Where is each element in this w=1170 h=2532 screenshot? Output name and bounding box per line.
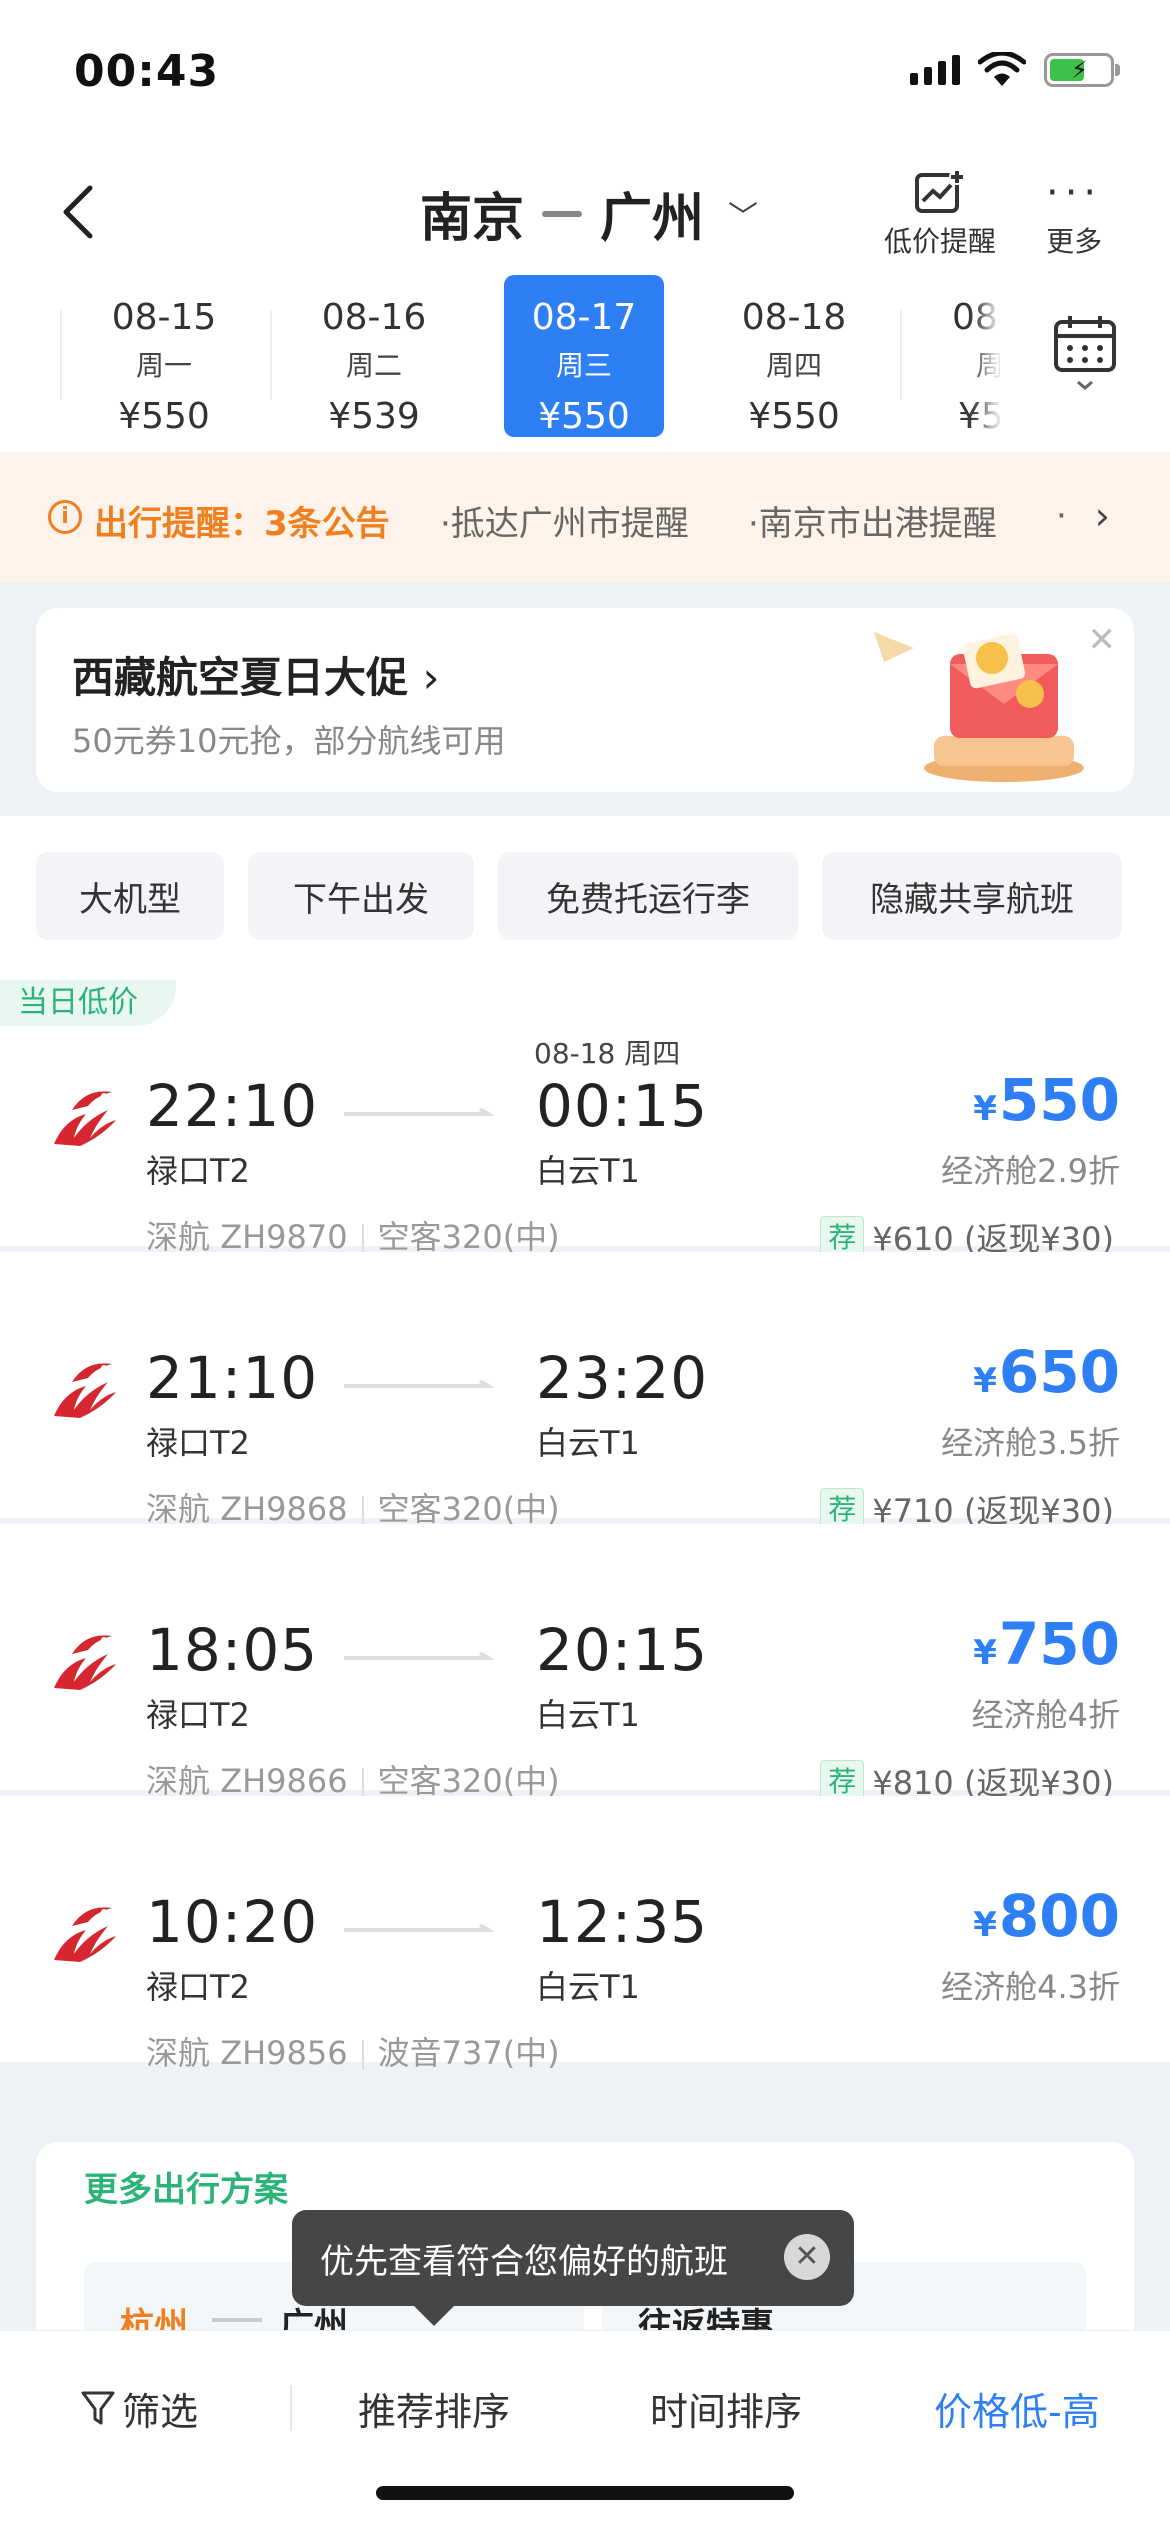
close-icon[interactable]: ✕	[784, 2234, 830, 2280]
flight-price: ¥750	[973, 1610, 1120, 1678]
departure-airport: 禄口T2	[146, 1424, 250, 1462]
back-arrow-icon[interactable]	[56, 182, 102, 242]
filter-funnel-icon	[81, 2391, 115, 2424]
shenzhen-airlines-logo-icon	[54, 1363, 116, 1418]
chevron-down-icon: ﹀	[728, 199, 759, 235]
sort-time-button[interactable]: 时间排序	[650, 2381, 802, 2436]
departure-time: 18:05	[146, 1616, 319, 1684]
filter-chip-afternoon[interactable]: 下午出发	[248, 852, 474, 940]
filter-button[interactable]: 筛选	[80, 2381, 198, 2436]
info-icon: i	[48, 500, 82, 534]
sort-recommended-button[interactable]: 推荐排序	[358, 2381, 510, 2436]
flight-card[interactable]: 18:05 禄口T2 20:15 白云T1 深航 ZH9866 空客320(中) …	[0, 1524, 1170, 1802]
battery-icon: ⚡	[1044, 53, 1120, 87]
cabin-class: 经济舱4.3折	[941, 1968, 1120, 2006]
filter-label: 筛选	[122, 2390, 199, 2434]
date-cell[interactable]: 08-18 周四 ¥550	[714, 275, 874, 437]
cellular-signal-icon	[910, 55, 960, 85]
arrival-airport: 白云T1	[536, 1152, 640, 1190]
cabin-class: 经济舱4折	[971, 1696, 1120, 1734]
notice-item: ·	[1056, 496, 1067, 536]
departure-airport: 禄口T2	[146, 1696, 250, 1734]
destination-city: 广州	[600, 189, 705, 249]
quick-filters: 大机型 下午出发 免费托运行李 隐藏共享航班	[0, 816, 1170, 986]
date-cell[interactable]: 08-15 周一 ¥550	[84, 275, 244, 437]
promo-banner[interactable]: 西藏航空夏日大促 › 50元券10元抢，部分航线可用 ✕	[36, 608, 1134, 792]
shenzhen-airlines-logo-icon	[54, 1907, 116, 1962]
flight-arrow-icon	[344, 1924, 494, 1932]
price-alert-icon	[915, 169, 965, 213]
departure-time: 10:20	[146, 1888, 319, 1956]
shenzhen-airlines-logo-icon	[54, 1091, 116, 1146]
notice-item[interactable]: ·南京市出港提醒	[748, 496, 997, 545]
flight-price: ¥650	[973, 1338, 1120, 1406]
date-strip: 08-15 周一 ¥550 08-16 周二 ¥539 08-17 周三 ¥55…	[0, 270, 1170, 452]
notice-item[interactable]: ·抵达广州市提醒	[440, 496, 689, 545]
nav-bar: 南京 广州 ﹀ 低价提醒 ··· 更多	[0, 150, 1170, 270]
date-cell[interactable]: 08-16 周二 ¥539	[294, 275, 454, 437]
cabin-class: 经济舱3.5折	[941, 1424, 1120, 1462]
filter-chip-free-baggage[interactable]: 免费托运行李	[498, 852, 798, 940]
filter-chip-hide-codeshare[interactable]: 隐藏共享航班	[822, 852, 1122, 940]
flight-arrow-icon	[344, 1108, 494, 1116]
departure-airport: 禄口T2	[146, 1152, 250, 1190]
cabin-class: 经济舱2.9折	[941, 1152, 1120, 1190]
close-icon[interactable]: ✕	[1088, 620, 1117, 660]
arrival-time: 12:35	[536, 1888, 709, 1956]
departure-time: 22:10	[146, 1072, 319, 1140]
preference-tooltip: 优先查看符合您偏好的航班 ✕	[292, 2210, 854, 2326]
more-dots-icon: ···	[1046, 170, 1103, 216]
home-indicator[interactable]	[376, 2486, 794, 2500]
departure-airport: 禄口T2	[146, 1968, 250, 2006]
more-button[interactable]: ··· 更多	[1046, 166, 1102, 260]
low-price-alert-button[interactable]: 低价提醒	[884, 166, 996, 260]
travel-notice-bar[interactable]: i 出行提醒：3条公告 ·抵达广州市提醒 ·南京市出港提醒 · ›	[0, 452, 1170, 582]
arrival-airport: 白云T1	[536, 1424, 640, 1462]
flight-card[interactable]: 当日低价 22:10 禄口T2 08-18 周四 00:15 白云T1 深航 Z…	[0, 980, 1170, 1258]
flight-arrow-icon	[344, 1652, 494, 1660]
flight-arrow-icon	[344, 1380, 494, 1388]
more-label: 更多	[1046, 225, 1103, 258]
route-arrow-icon	[212, 2318, 262, 2322]
flight-price: ¥800	[973, 1882, 1120, 1950]
origin-city: 南京	[420, 189, 525, 249]
lowest-price-tag: 当日低价	[0, 980, 176, 1026]
flight-info: 深航 ZH9856 波音737(中)	[146, 2034, 560, 2072]
low-price-alert-label: 低价提醒	[884, 225, 997, 258]
sort-price-button[interactable]: 价格低-高	[934, 2381, 1100, 2436]
promo-title: 西藏航空夏日大促 ›	[72, 653, 440, 702]
date-cell-selected[interactable]: 08-17 周三 ¥550	[504, 275, 664, 437]
calendar-icon[interactable]	[1052, 314, 1118, 394]
status-icons: ⚡	[910, 52, 1120, 88]
arrival-time: 20:15	[536, 1616, 709, 1684]
arrival-airport: 白云T1	[536, 1968, 640, 2006]
arrival-time: 23:20	[536, 1344, 709, 1412]
promo-subtitle: 50元券10元抢，部分航线可用	[72, 722, 506, 760]
flight-price: ¥550	[973, 1066, 1120, 1134]
sort-filter-bar: 筛选 推荐排序 时间排序 价格低-高	[0, 2330, 1170, 2532]
status-time: 00:43	[74, 46, 220, 97]
arrival-airport: 白云T1	[536, 1696, 640, 1734]
red-envelope-coupon-icon	[874, 632, 1084, 782]
route-arrow-icon	[542, 210, 583, 217]
more-plans-title: 更多出行方案	[84, 2170, 288, 2210]
status-bar: 00:43 ⚡	[0, 0, 1170, 150]
route-selector[interactable]: 南京 广州 ﹀	[420, 176, 758, 251]
wifi-icon	[978, 52, 1026, 86]
flight-card[interactable]: 21:10 禄口T2 23:20 白云T1 深航 ZH9868 空客320(中) …	[0, 1252, 1170, 1530]
notice-title: 出行提醒：3条公告	[94, 504, 390, 544]
flight-card[interactable]: 10:20 禄口T2 12:35 白云T1 深航 ZH9856 波音737(中) …	[0, 1796, 1170, 2072]
shenzhen-airlines-logo-icon	[54, 1635, 116, 1690]
arrival-date: 08-18 周四	[534, 1037, 681, 1070]
departure-time: 21:10	[146, 1344, 319, 1412]
filter-chip-large-aircraft[interactable]: 大机型	[36, 852, 224, 940]
chevron-right-icon[interactable]: ›	[1095, 494, 1110, 538]
tooltip-text: 优先查看符合您偏好的航班	[320, 2241, 728, 2282]
arrival-time: 00:15	[536, 1072, 709, 1140]
